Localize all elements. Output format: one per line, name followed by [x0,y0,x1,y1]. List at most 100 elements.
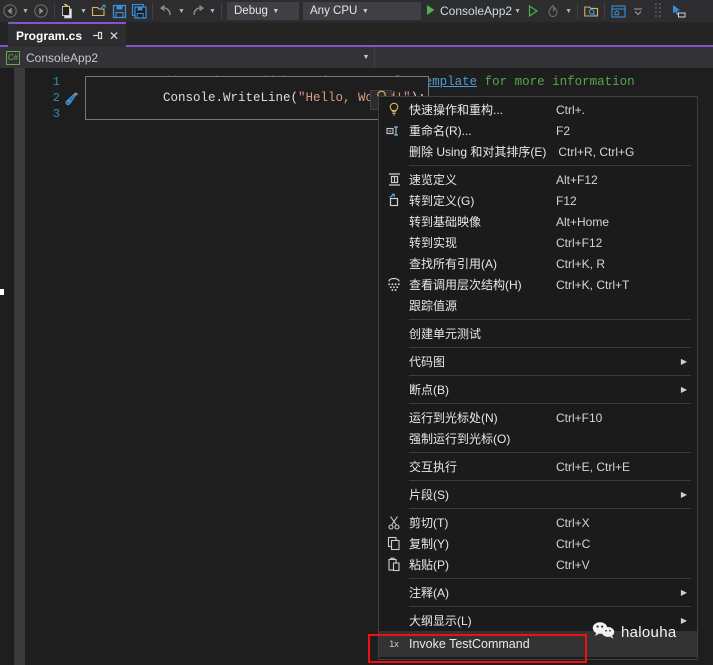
menu-item-label: 交互执行 [409,460,458,474]
menu-item-片段-s[interactable]: 片段(S) ▶ [379,484,697,505]
redo-caret-icon[interactable]: ▼ [207,1,218,21]
menu-item-icon-slot [379,323,409,344]
menu-item-label: 跟踪值源 [409,299,458,313]
menu-item-跟踪值源[interactable]: 跟踪值源 [379,295,697,316]
navigate-backward-button[interactable]: ▼ [0,0,31,22]
new-item-button[interactable]: ▼ [58,0,89,22]
solution-platform-value: Any CPU [310,5,358,17]
play-triangle-icon [425,4,436,19]
redo-button[interactable]: ▼ [187,0,218,22]
menu-item-强制运行到光标-o[interactable]: 强制运行到光标(O) [379,428,697,449]
solution-explorer-search-button[interactable] [581,0,601,22]
selection-margin[interactable] [14,68,25,665]
navigate-backward-caret-icon[interactable]: ▼ [20,1,31,21]
menu-item-icon-slot [379,610,409,631]
menu-item-shortcut-slot: F2 [544,124,669,138]
editor-context-menu[interactable]: 快速操作和重构... Ctrl+. 重命名(R)... F2 删除 Using 和对其排… [378,96,698,660]
start-debugging-caret-icon[interactable]: ▼ [512,1,523,21]
menu-item-label: Invoke TestCommand [409,637,530,651]
menu-item-label: 转到实现 [409,236,458,250]
toolbar-divider [152,3,153,19]
navigate-forward-button[interactable] [31,0,51,22]
save-all-button[interactable] [129,0,149,22]
new-item-caret-icon[interactable]: ▼ [78,1,89,21]
pointer-select-button[interactable] [668,0,688,22]
menu-separator [409,606,691,607]
start-debugging-button[interactable]: ConsoleApp2 ▼ [423,1,523,21]
menu-item-粘贴-p[interactable]: 粘贴(P) Ctrl+V [379,554,697,575]
menu-item-转到定义-g[interactable]: 转到定义(G) F12 [379,190,697,211]
menu-item-label: 速览定义 [409,173,458,187]
undo-button[interactable]: ▼ [156,0,187,22]
open-file-button[interactable] [89,0,109,22]
menu-item-shortcut-slot: Ctrl+F10 [544,411,669,425]
tab-program-cs[interactable]: Program.cs ✕ [8,22,127,47]
menu-item-查找所有引用-a[interactable]: 查找所有引用(A) Ctrl+K, R [379,253,697,274]
save-button[interactable] [109,0,129,22]
navigate-backward-icon [0,1,20,21]
menu-item-复制-y[interactable]: 复制(Y) Ctrl+C [379,533,697,554]
menu-item-转到实现[interactable]: 转到实现 Ctrl+F12 [379,232,697,253]
screwdriver-icon[interactable] [63,90,87,106]
hot-reload-button[interactable]: ▼ [543,0,574,22]
menu-separator [409,508,691,509]
menu-item-label: 代码图 [409,355,446,369]
watermark-text: halouha [621,623,677,641]
menu-item-shortcut-slot: Alt+F12 [544,173,669,187]
solution-platform-combo[interactable]: Any CPU ▼ [303,2,421,20]
chevron-down-icon[interactable]: ▼ [357,8,373,15]
menu-item-重命名-r[interactable]: 重命名(R)... F2 [379,120,697,141]
menu-item-icon-slot [379,232,409,253]
code-token-call: Console.WriteLine( [163,91,299,105]
window-layout-dropdown[interactable] [628,0,648,22]
undo-caret-icon[interactable]: ▼ [176,1,187,21]
start-without-debugging-button[interactable] [523,0,543,22]
menu-item-label: 转到定义(G) [409,194,475,208]
menu-item-shortcut-slot: Ctrl+K, R [544,257,669,271]
chevron-down-icon[interactable]: ▼ [358,54,374,61]
redo-arrow-icon [187,1,207,21]
cursor-box-icon [668,1,688,21]
menu-item-查看调用层次结构-h[interactable]: 查看调用层次结构(H) Ctrl+K, Ctrl+T [379,274,697,295]
chevron-down-icon[interactable]: ▼ [268,8,284,15]
menu-item-创建单元测试[interactable]: 创建单元测试 [379,323,697,344]
floppy-save-icon [109,1,129,21]
watermark: halouha [592,620,677,644]
flame-icon [543,1,563,21]
submenu-arrow-icon: ▶ [680,616,688,625]
solution-configuration-combo[interactable]: Debug ▼ [227,2,299,20]
hot-reload-caret-icon[interactable]: ▼ [563,1,574,21]
menu-item-icon-slot [379,351,409,372]
menu-item-快速操作和重构[interactable]: 快速操作和重构... Ctrl+. [379,99,697,120]
menu-item-label: 粘贴(P) [409,558,449,572]
invoke-count-badge: 1x [389,639,399,649]
indicator-margin [0,68,14,665]
menu-separator [409,347,691,348]
pin-icon[interactable] [90,29,104,43]
menu-item-icon-slot [379,428,409,449]
menu-item-shortcut: Ctrl+R, Ctrl+G [558,144,635,159]
menu-item-icon-slot [379,456,409,477]
close-icon[interactable]: ✕ [107,29,121,43]
menu-item-交互执行[interactable]: 交互执行 Ctrl+E, Ctrl+E [379,456,697,477]
menu-separator [409,165,691,166]
menu-item-断点-b[interactable]: 断点(B) ▶ [379,379,697,400]
menu-item-速览定义[interactable]: 速览定义 Alt+F12 [379,169,697,190]
menu-item-运行到光标处-n[interactable]: 运行到光标处(N) Ctrl+F10 [379,407,697,428]
menu-item-剪切-t[interactable]: 剪切(T) Ctrl+X [379,512,697,533]
menu-item-注释-a[interactable]: 注释(A) ▶ [379,582,697,603]
submenu-arrow-icon: ▶ [680,588,688,597]
menu-item-shortcut: F12 [556,193,577,208]
menu-item-删除-using-和对其排序-e[interactable]: 删除 Using 和对其排序(E) Ctrl+R, Ctrl+G [379,141,697,162]
toolbar-divider [54,3,55,19]
menu-item-shortcut: Ctrl+C [556,536,591,551]
vertical-splitter-handle[interactable] [648,0,668,22]
menu-item-代码图[interactable]: 代码图 ▶ [379,351,697,372]
menu-item-label: 运行到光标处(N) [409,411,498,425]
line-number: 1 [52,75,60,89]
menu-item-转到基础映像[interactable]: 转到基础映像 Alt+Home [379,211,697,232]
window-layout-button[interactable] [608,0,628,22]
layout-chevron-icon [628,1,648,21]
document-tab-strip: Program.cs ✕ [0,22,713,47]
line-gutter-icon-slot [63,74,87,90]
